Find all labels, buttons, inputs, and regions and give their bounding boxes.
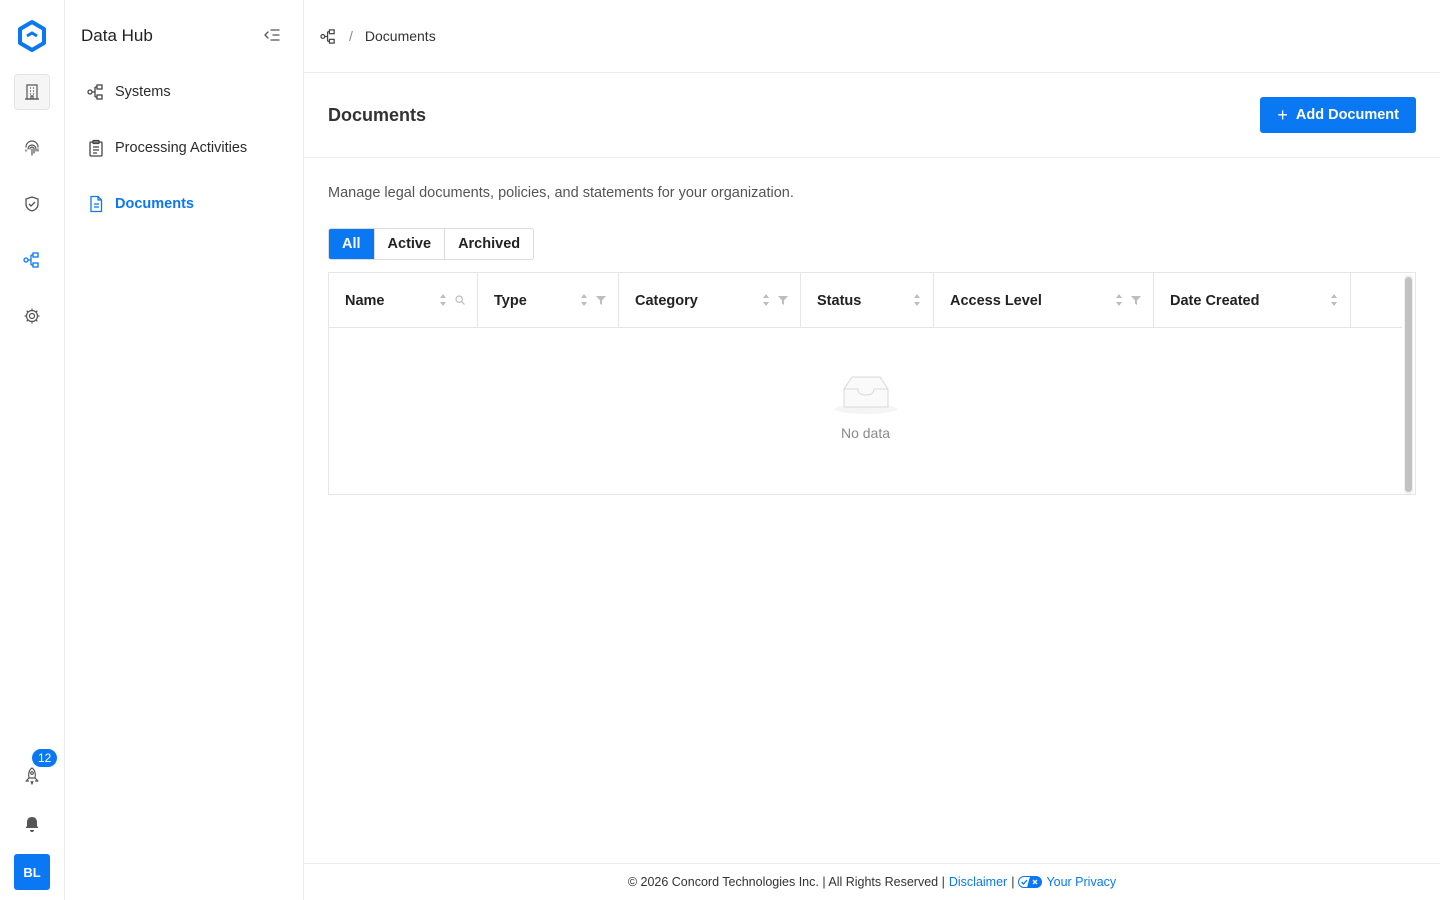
footer-copyright: © 2026 Concord Technologies Inc. | All R… xyxy=(627,875,945,889)
data-flow-icon xyxy=(23,252,39,268)
rail-notifications-button[interactable] xyxy=(14,806,50,842)
gear-icon xyxy=(24,308,40,324)
empty-state-text: No data xyxy=(840,425,891,441)
sort-icon[interactable] xyxy=(1115,293,1123,307)
filter-icon[interactable] xyxy=(1131,295,1141,305)
empty-state: No data xyxy=(329,373,1402,441)
sort-icon[interactable] xyxy=(762,293,770,307)
sidebar-title: Data Hub xyxy=(81,26,153,45)
table-header: Name Type Category Status Access Level D… xyxy=(329,273,1402,328)
column-label: Type xyxy=(494,292,527,309)
sort-icon[interactable] xyxy=(1330,293,1338,307)
shield-check-icon xyxy=(25,196,39,212)
tab-active[interactable]: Active xyxy=(375,229,446,259)
column-label: Access Level xyxy=(950,292,1042,309)
sidebar-item-label: Documents xyxy=(115,196,194,212)
documents-table: Name Type Category Status Access Level D… xyxy=(328,272,1416,495)
secondary-sidebar: Data Hub Systems Processing Activities D… xyxy=(65,0,304,900)
footer-pipe: | xyxy=(1011,875,1015,889)
status-filter-tabs: All Active Archived xyxy=(328,228,535,260)
column-header-status[interactable]: Status xyxy=(801,273,934,328)
sort-icon[interactable] xyxy=(439,293,447,307)
fingerprint-icon xyxy=(25,140,39,156)
search-icon[interactable] xyxy=(455,295,465,305)
sidebar-item-systems[interactable]: Systems xyxy=(77,72,292,112)
column-header-access-level[interactable]: Access Level xyxy=(934,273,1154,328)
column-label: Category xyxy=(635,292,698,309)
column-label: Status xyxy=(817,292,862,309)
privacy-options-icon xyxy=(1018,876,1043,888)
filter-icon[interactable] xyxy=(596,295,606,305)
column-header-type[interactable]: Type xyxy=(478,273,619,328)
data-flow-icon[interactable] xyxy=(320,28,337,45)
data-flow-icon xyxy=(87,84,103,100)
rail-security-button[interactable] xyxy=(14,186,50,222)
plus-icon: + xyxy=(1277,105,1288,125)
filter-icon[interactable] xyxy=(778,295,788,305)
rail-identity-button[interactable] xyxy=(14,130,50,166)
icon-rail: 12 BL xyxy=(0,0,65,900)
breadcrumb: / Documents xyxy=(304,0,1440,73)
tab-all[interactable]: All xyxy=(329,229,375,259)
rail-organization-button[interactable] xyxy=(14,74,50,110)
rail-datahub-button[interactable] xyxy=(14,242,50,278)
add-document-button[interactable]: + Add Document xyxy=(1260,97,1416,133)
disclaimer-link[interactable]: Disclaimer xyxy=(949,875,1007,889)
bell-icon xyxy=(25,817,39,832)
column-header-date-created[interactable]: Date Created xyxy=(1154,273,1351,328)
document-icon xyxy=(90,195,103,213)
empty-inbox-icon xyxy=(834,376,897,414)
privacy-link-label: Your Privacy xyxy=(1046,875,1117,889)
user-avatar[interactable]: BL xyxy=(14,854,50,890)
building-icon xyxy=(25,84,39,100)
rail-settings-button[interactable] xyxy=(14,298,50,334)
column-label: Date Created xyxy=(1170,292,1260,309)
tab-archived[interactable]: Archived xyxy=(445,229,533,259)
main-content: / Documents Documents + Add Document Man… xyxy=(304,0,1440,900)
clipboard-icon xyxy=(89,139,103,157)
column-header-actions xyxy=(1351,273,1402,328)
column-header-name[interactable]: Name xyxy=(329,273,478,328)
column-header-category[interactable]: Category xyxy=(619,273,801,328)
page-description: Manage legal documents, policies, and st… xyxy=(328,185,794,201)
column-label: Name xyxy=(345,292,385,309)
collapse-sidebar-icon[interactable] xyxy=(263,26,281,44)
app-logo-icon[interactable] xyxy=(14,18,50,54)
sidebar-item-processing-activities[interactable]: Processing Activities xyxy=(77,128,292,168)
rocket-icon xyxy=(25,767,39,785)
breadcrumb-separator: / xyxy=(349,28,353,44)
sidebar-item-label: Processing Activities xyxy=(115,140,248,156)
add-document-label: Add Document xyxy=(1295,107,1399,123)
notification-count-badge: 12 xyxy=(31,748,59,768)
scrollbar-thumb[interactable] xyxy=(1405,277,1412,492)
sort-icon[interactable] xyxy=(913,293,921,307)
page-header: Documents + Add Document xyxy=(304,73,1440,158)
table-scrollbar[interactable] xyxy=(1404,275,1413,494)
footer: © 2026 Concord Technologies Inc. | All R… xyxy=(304,863,1440,900)
page-title: Documents xyxy=(328,105,427,125)
sidebar-item-label: Systems xyxy=(115,84,171,100)
sidebar-item-documents[interactable]: Documents xyxy=(77,184,292,224)
privacy-link[interactable]: Your Privacy xyxy=(1018,875,1116,889)
breadcrumb-current: Documents xyxy=(364,28,436,44)
sort-icon[interactable] xyxy=(580,293,588,307)
